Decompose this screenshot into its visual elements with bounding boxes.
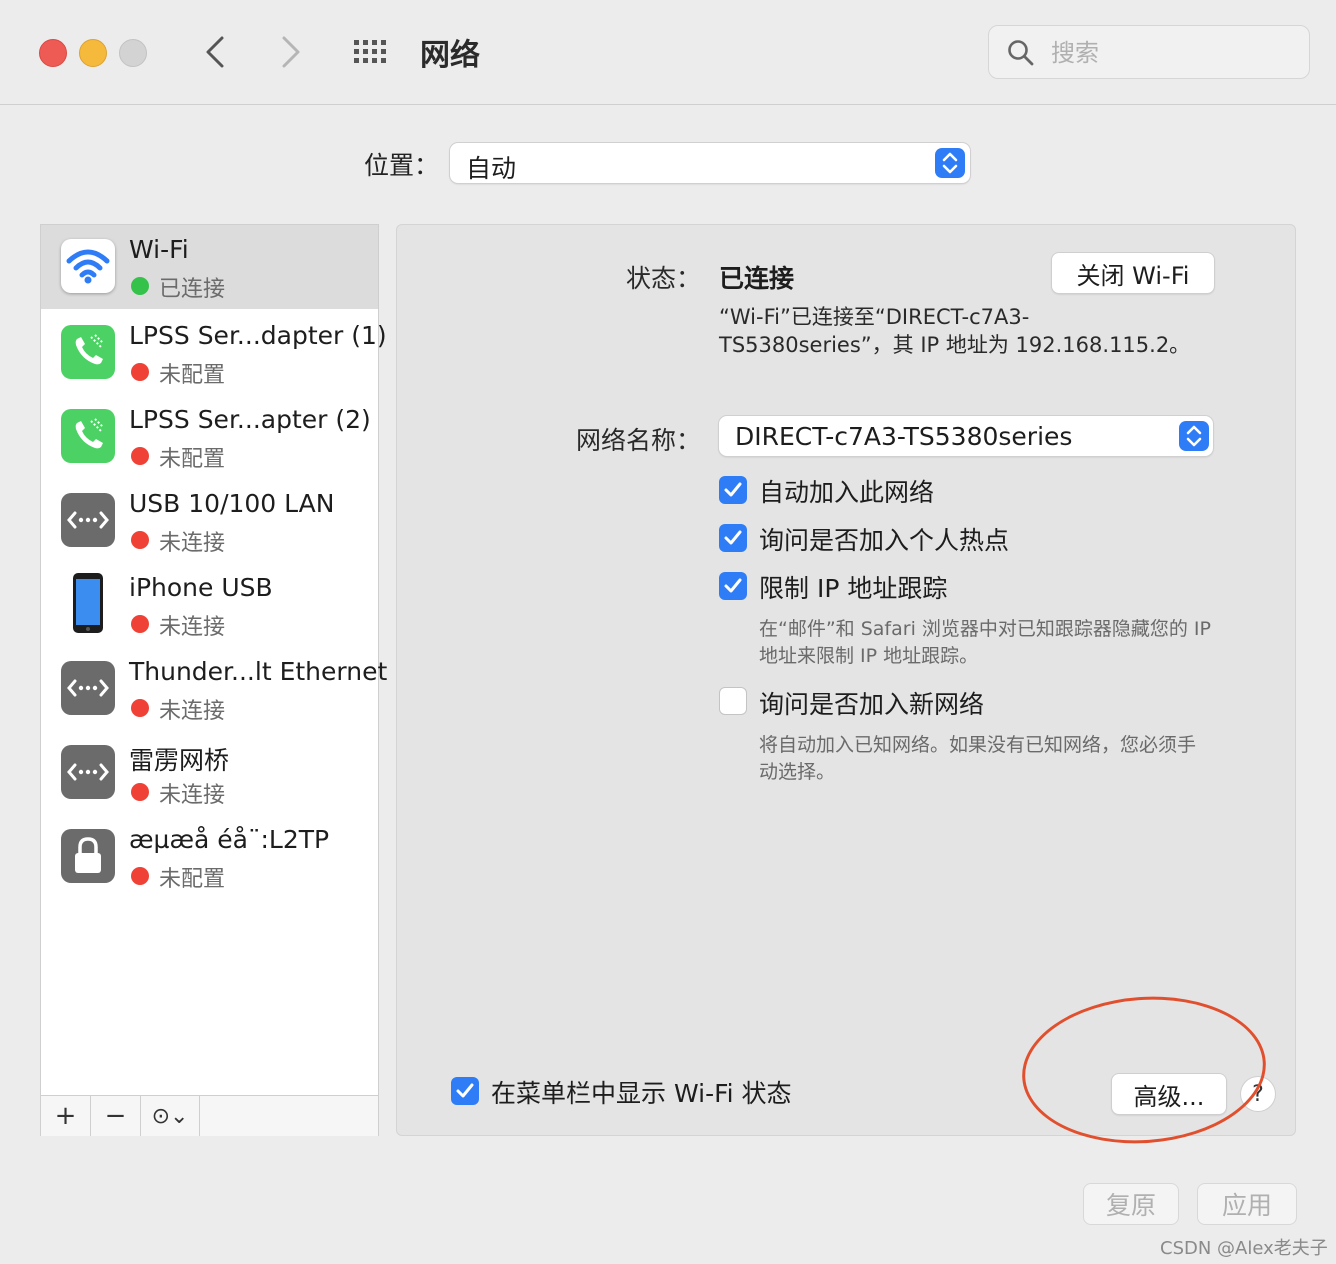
status-dot: [131, 699, 149, 717]
zoom-window-button[interactable]: [119, 39, 147, 67]
title-bar: 网络: [0, 0, 1336, 105]
close-window-button[interactable]: [39, 39, 67, 67]
chevron-right-icon: [282, 36, 300, 68]
forward-button[interactable]: [270, 30, 310, 74]
status-dot: [131, 447, 149, 465]
location-popup[interactable]: 自动: [450, 143, 970, 183]
wifi-icon: [61, 239, 115, 293]
network-name-popup[interactable]: DIRECT-c7A3-TS5380series: [719, 416, 1213, 456]
status-dot: [131, 277, 149, 295]
ask-hotspot-checkbox[interactable]: [719, 524, 747, 552]
service-item-lpss-2[interactable]: LPSS Ser...apter (2) 未配置: [41, 395, 378, 479]
service-status: 未连接: [159, 615, 226, 640]
back-button[interactable]: [196, 30, 236, 74]
ask-new-networks-note-line2: 动选择。: [759, 761, 836, 783]
service-status: 已连接: [159, 277, 226, 302]
status-description-line1: “Wi-Fi”已连接至“DIRECT-c7A3-: [719, 305, 1030, 329]
status-dot: [131, 363, 149, 381]
show-wifi-in-menu-bar-label[interactable]: 在菜单栏中显示 Wi-Fi 状态: [491, 1074, 792, 1110]
phone-icon: [61, 409, 115, 463]
lock-icon: [61, 829, 115, 883]
limit-ip-tracking-checkbox[interactable]: [719, 572, 747, 600]
service-item-l2tp-vpn[interactable]: æµæå éå¨:L2TP 未配置: [41, 815, 378, 899]
status-label: 状态：: [625, 264, 701, 293]
show-wifi-in-menu-bar-checkbox[interactable]: [451, 1077, 479, 1105]
service-item-iphone-usb[interactable]: iPhone USB 未连接: [41, 563, 378, 647]
more-actions-button[interactable]: ⊙⌄: [141, 1096, 200, 1136]
status-dot: [131, 867, 149, 885]
revert-button[interactable]: 复原: [1084, 1184, 1178, 1224]
service-list-toolbar: + − ⊙⌄: [41, 1095, 378, 1136]
auto-join-checkbox[interactable]: [719, 476, 747, 504]
service-item-thunderbolt-bridge[interactable]: 雷雳网桥 未连接: [41, 731, 378, 815]
service-name: USB 10/100 LAN: [129, 489, 335, 518]
phone-icon: [61, 325, 115, 379]
limit-ip-tracking-note-line2: 地址来限制 IP 地址跟踪。: [759, 645, 979, 667]
turn-off-wifi-button[interactable]: 关闭 Wi-Fi: [1052, 253, 1214, 293]
watermark: CSDN @Alex老夫子: [1160, 1238, 1328, 1259]
checkmark-icon: [456, 1083, 474, 1098]
apply-button[interactable]: 应用: [1198, 1184, 1296, 1224]
service-status: 未连接: [159, 531, 226, 556]
service-name: LPSS Ser...apter (2): [129, 405, 371, 434]
ethernet-icon: [61, 745, 115, 799]
status-dot: [131, 531, 149, 549]
auto-join-label[interactable]: 自动加入此网络: [759, 473, 934, 509]
location-label: 位置：: [364, 151, 440, 180]
add-service-button[interactable]: +: [41, 1096, 91, 1136]
ask-new-networks-note-line1: 将自动加入已知网络。如果没有已知网络，您必须手: [759, 734, 1197, 756]
checkmark-icon: [724, 530, 742, 545]
service-item-wifi[interactable]: Wi-Fi 已连接: [41, 225, 378, 309]
service-name: Wi-Fi: [129, 235, 189, 264]
service-status: 未配置: [159, 363, 226, 388]
service-item-usb-lan[interactable]: USB 10/100 LAN 未连接: [41, 479, 378, 563]
status-dot: [131, 615, 149, 633]
service-status: 未连接: [159, 783, 226, 808]
search-input[interactable]: [1049, 36, 1293, 70]
checkmark-icon: [724, 482, 742, 497]
ethernet-icon: [61, 493, 115, 547]
limit-ip-tracking-label[interactable]: 限制 IP 地址跟踪: [759, 569, 947, 605]
service-name: iPhone USB: [129, 573, 273, 602]
status-dot: [131, 783, 149, 801]
status-value: 已连接: [719, 264, 795, 293]
network-name-label: 网络名称：: [575, 426, 701, 455]
checkmark-icon: [724, 578, 742, 593]
location-value: 自动: [466, 154, 517, 183]
ask-new-networks-label[interactable]: 询问是否加入新网络: [759, 685, 984, 721]
service-item-lpss-1[interactable]: LPSS Ser...dapter (1) 未配置: [41, 311, 387, 395]
window-title: 网络: [420, 38, 480, 73]
ask-new-networks-checkbox[interactable]: [719, 687, 747, 715]
service-name: æµæå éå¨:L2TP: [129, 825, 330, 854]
minimize-window-button[interactable]: [79, 39, 107, 67]
service-status: 未连接: [159, 699, 226, 724]
search-icon: [1008, 40, 1034, 66]
service-item-thunderbolt-ethernet[interactable]: Thunder...lt Ethernet 未连接: [41, 647, 387, 731]
ethernet-icon: [61, 661, 115, 715]
service-status: 未配置: [159, 867, 226, 892]
remove-service-button[interactable]: −: [91, 1096, 141, 1136]
status-description-line2: TS5380series”，其 IP 地址为 192.168.115.2。: [719, 333, 1191, 357]
iphone-icon: [61, 573, 115, 633]
service-name: Thunder...lt Ethernet: [129, 657, 388, 686]
popup-stepper-icon: [935, 148, 965, 178]
service-status: 未配置: [159, 447, 226, 472]
show-all-button[interactable]: [352, 38, 392, 66]
network-name-value: DIRECT-c7A3-TS5380series: [735, 422, 1073, 451]
popup-stepper-icon: [1179, 421, 1209, 451]
service-name: 雷雳网桥: [129, 746, 230, 775]
service-name: LPSS Ser...dapter (1): [129, 321, 387, 350]
ask-hotspot-label[interactable]: 询问是否加入个人热点: [759, 521, 1009, 557]
chevron-left-icon: [206, 36, 224, 68]
search-field[interactable]: [988, 25, 1310, 79]
grid-icon: [354, 40, 386, 63]
service-list: Wi-Fi 已连接 LPSS Ser...dapter (1) 未配置 LPSS…: [40, 224, 387, 1136]
limit-ip-tracking-note-line1: 在“邮件”和 Safari 浏览器中对已知跟踪器隐藏您的 IP: [759, 618, 1211, 640]
